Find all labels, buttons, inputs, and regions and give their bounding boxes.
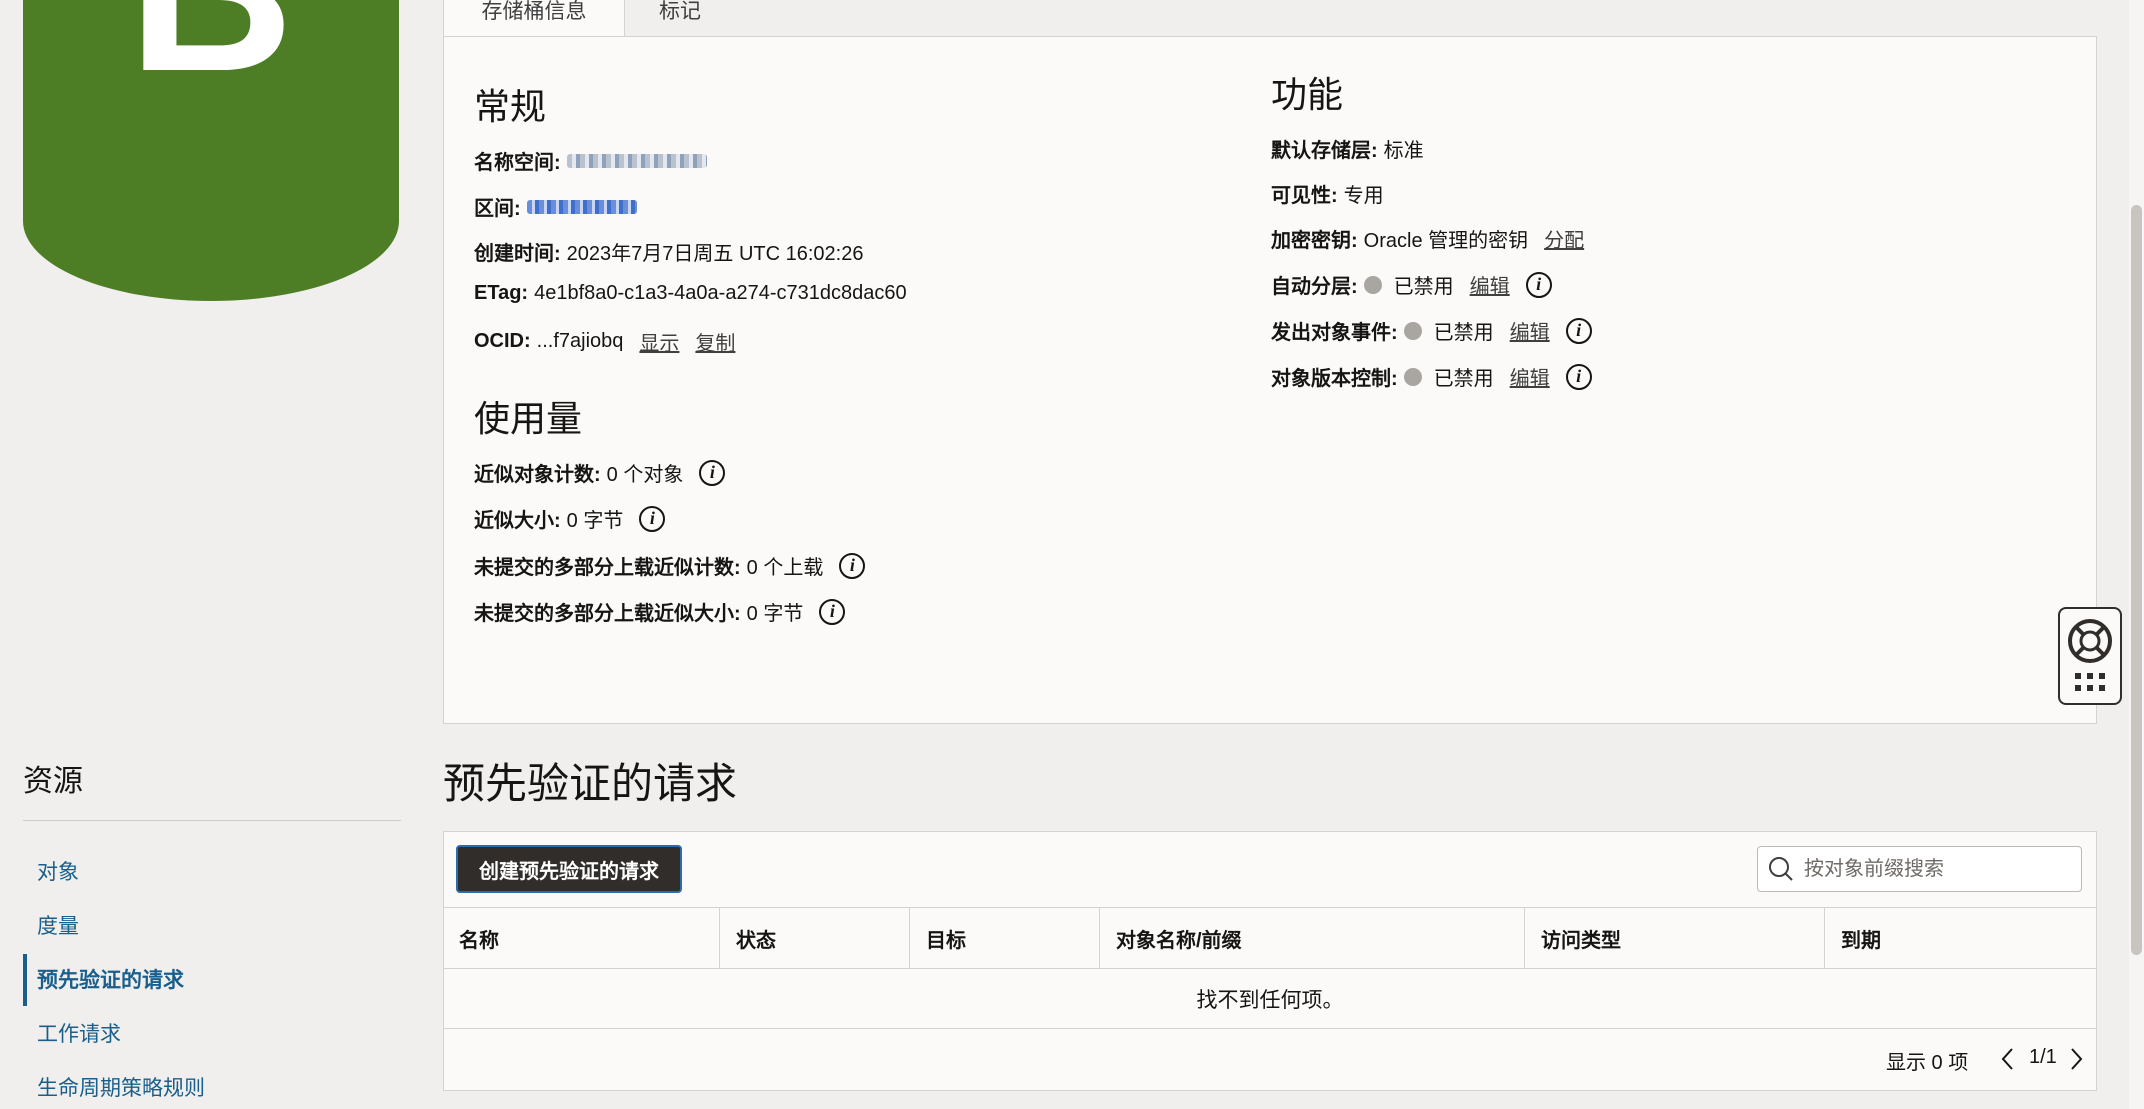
usage-heading: 使用量 bbox=[474, 398, 583, 439]
resources-divider bbox=[23, 820, 401, 821]
assign-key-link[interactable]: 分配 bbox=[1544, 224, 1584, 253]
tab-tags[interactable]: 标记 bbox=[640, 0, 720, 37]
column-header-status[interactable]: 状态 bbox=[720, 908, 910, 968]
info-icon[interactable]: i bbox=[839, 552, 866, 579]
encryption-row: 加密密钥: Oracle 管理的密钥 分配 bbox=[1271, 224, 1584, 253]
column-header-object-name[interactable]: 对象名称/前缀 bbox=[1100, 908, 1525, 968]
created-value: 2023年7月7日周五 UTC 16:02:26 bbox=[566, 243, 864, 265]
chevron-right-icon[interactable] bbox=[2066, 1046, 2086, 1072]
column-header-access-type[interactable]: 访问类型 bbox=[1525, 908, 1825, 968]
info-icon[interactable]: i bbox=[819, 598, 846, 625]
resources-title: 资源 bbox=[23, 765, 83, 798]
namespace-value-redacted bbox=[566, 153, 707, 168]
sidebar-item-objects[interactable]: 对象 bbox=[37, 856, 79, 886]
column-header-expiration[interactable]: 到期 bbox=[1825, 908, 2097, 968]
column-header-name[interactable]: 名称 bbox=[443, 908, 720, 968]
table-header: 名称 状态 目标 对象名称/前缀 访问类型 到期 bbox=[443, 907, 2097, 969]
ocid-copy-link[interactable]: 复制 bbox=[695, 327, 735, 356]
edit-auto-tiering-link[interactable]: 编辑 bbox=[1470, 270, 1510, 299]
created-row: 创建时间: 2023年7月7日周五 UTC 16:02:26 bbox=[474, 237, 863, 266]
features-heading: 功能 bbox=[1271, 74, 1344, 115]
ocid-show-link[interactable]: 显示 bbox=[639, 327, 679, 356]
general-heading: 常规 bbox=[474, 86, 547, 127]
storage-tier-row: 默认存储层: 标准 bbox=[1271, 140, 1424, 162]
multipart-count-row: 未提交的多部分上载近似计数: 0 个上载 i bbox=[474, 551, 866, 580]
info-icon[interactable]: i bbox=[1565, 317, 1592, 344]
column-header-target[interactable]: 目标 bbox=[910, 908, 1100, 968]
empty-state: 找不到任何项。 bbox=[443, 969, 2097, 1029]
info-icon[interactable]: i bbox=[699, 459, 726, 486]
page-indicator: 1/1 bbox=[2029, 1046, 2057, 1068]
status-dot-icon bbox=[1403, 367, 1422, 386]
object-count-row: 近似对象计数: 0 个对象 i bbox=[474, 458, 726, 487]
compartment-link-redacted[interactable] bbox=[526, 199, 637, 214]
tab-bucket-info[interactable]: 存储桶信息 bbox=[443, 0, 625, 37]
sidebar-item-par[interactable]: 预先验证的请求 bbox=[37, 964, 184, 994]
info-icon[interactable]: i bbox=[1565, 363, 1592, 390]
lifebuoy-icon bbox=[2068, 619, 2112, 691]
sidebar-item-lifecycle-rules[interactable]: 生命周期策略规则 bbox=[37, 1072, 205, 1102]
auto-tiering-row: 自动分层: 已禁用 编辑 i bbox=[1271, 270, 1552, 299]
size-row: 近似大小: 0 字节 i bbox=[474, 504, 666, 533]
edit-events-link[interactable]: 编辑 bbox=[1510, 316, 1550, 345]
edit-versioning-link[interactable]: 编辑 bbox=[1510, 362, 1550, 391]
sidebar-item-work-requests[interactable]: 工作请求 bbox=[37, 1018, 121, 1048]
info-icon[interactable]: i bbox=[639, 505, 666, 532]
help-widget[interactable] bbox=[2058, 607, 2122, 705]
bucket-logo-letter: B bbox=[23, 0, 399, 106]
status-dot-icon bbox=[1363, 275, 1382, 294]
ocid-value: ...f7ajiobq bbox=[536, 330, 624, 352]
visibility-row: 可见性: 专用 bbox=[1271, 185, 1384, 207]
etag-row: ETag: 4e1bf8a0-c1a3-4a0a-a274-c731dc8dac… bbox=[474, 282, 907, 304]
ocid-row: OCID: ...f7ajiobq 显示 复制 bbox=[474, 327, 735, 356]
info-icon[interactable]: i bbox=[1525, 271, 1552, 298]
sidebar-item-metrics[interactable]: 度量 bbox=[37, 910, 79, 940]
search-box bbox=[1757, 846, 2082, 892]
scrollbar-thumb[interactable] bbox=[2131, 205, 2142, 955]
etag-value: 4e1bf8a0-c1a3-4a0a-a274-c731dc8dac60 bbox=[534, 282, 907, 304]
status-dot-icon bbox=[1403, 321, 1422, 340]
create-par-button[interactable]: 创建预先验证的请求 bbox=[456, 845, 682, 893]
par-section-title: 预先验证的请求 bbox=[443, 760, 738, 807]
item-count: 显示 0 项 bbox=[1886, 1052, 1969, 1074]
compartment-row: 区间: bbox=[474, 192, 637, 221]
chevron-left-icon[interactable] bbox=[1998, 1046, 2018, 1072]
active-indicator bbox=[23, 954, 27, 1006]
namespace-row: 名称空间: bbox=[474, 146, 707, 175]
object-events-row: 发出对象事件: 已禁用 编辑 i bbox=[1271, 316, 1592, 345]
bucket-logo: B bbox=[23, 0, 399, 301]
search-input[interactable] bbox=[1802, 856, 2066, 882]
multipart-size-row: 未提交的多部分上载近似大小: 0 字节 i bbox=[474, 597, 846, 626]
search-icon bbox=[1769, 857, 1793, 881]
versioning-row: 对象版本控制: 已禁用 编辑 i bbox=[1271, 362, 1592, 391]
